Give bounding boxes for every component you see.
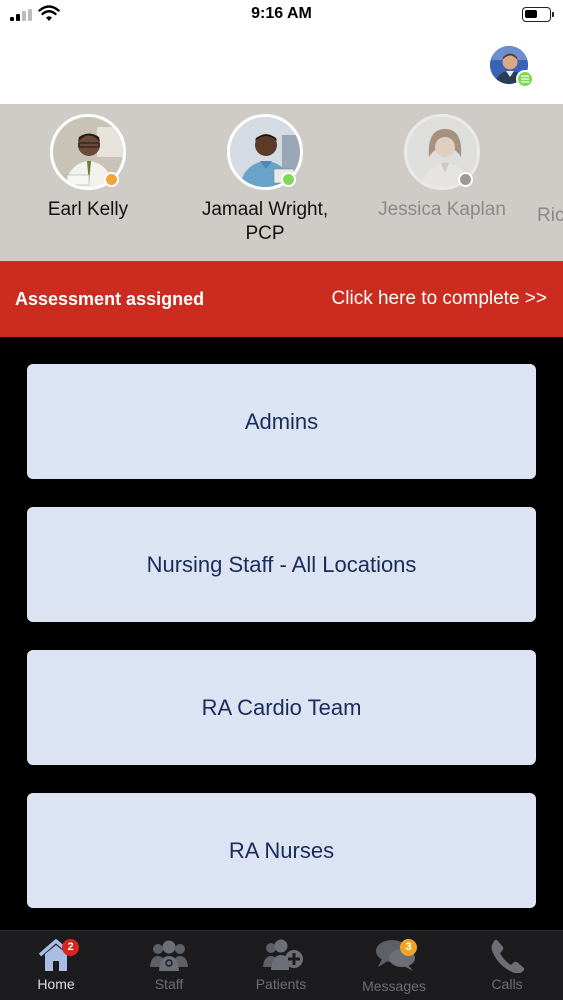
status-dot-online — [281, 172, 296, 187]
status-bar: 9:16 AM — [0, 0, 563, 30]
staff-item-earl-kelly[interactable]: Earl Kelly — [0, 114, 178, 222]
tab-label: Home — [37, 976, 75, 992]
staff-item-partial[interactable]: Ric — [537, 114, 563, 228]
staff-name: Earl Kelly — [47, 199, 129, 220]
tab-label: Patients — [255, 976, 307, 992]
status-dot-offline — [458, 172, 473, 187]
group-card-nursing-staff[interactable]: Nursing Staff - All Locations — [27, 507, 536, 622]
messages-badge: 3 — [400, 939, 417, 956]
tab-home[interactable]: 2 Home — [0, 931, 112, 1000]
tab-label: Messages — [362, 978, 426, 994]
patients-icon — [263, 939, 303, 970]
tab-calls[interactable]: Calls — [451, 931, 563, 1000]
staff-icon — [150, 940, 188, 971]
list-icon — [521, 75, 529, 83]
staff-carousel[interactable]: Earl Kelly Jamaal Wright, PCP Jessica Ka… — [0, 104, 563, 261]
staff-item-jessica-kaplan[interactable]: Jessica Kaplan — [352, 114, 532, 222]
phone-icon — [491, 939, 525, 973]
app-header — [0, 30, 563, 104]
status-time: 9:16 AM — [251, 5, 312, 22]
tab-patients[interactable]: Patients — [225, 931, 337, 1000]
status-dot-away — [104, 172, 119, 187]
group-card-ra-cardio-team[interactable]: RA Cardio Team — [27, 650, 536, 765]
assessment-banner[interactable]: Assessment assigned Click here to comple… — [0, 261, 563, 337]
tab-staff[interactable]: Staff — [113, 931, 225, 1000]
tab-label: Calls — [491, 976, 523, 992]
tab-bar: 2 Home Staff Patients 3 Messages Calls — [0, 930, 563, 1000]
complete-assessment-link[interactable]: Click here to complete >> — [332, 288, 547, 310]
staff-name: Jessica Kaplan — [378, 199, 506, 220]
tab-label: Staff — [154, 976, 184, 992]
banner-title: Assessment assigned — [15, 289, 205, 309]
battery-fill — [525, 10, 537, 18]
staff-item-jamaal-wright[interactable]: Jamaal Wright, PCP — [175, 114, 355, 246]
group-card-admins[interactable]: Admins — [27, 364, 536, 479]
staff-name: Ric — [537, 205, 563, 226]
battery-icon — [522, 7, 554, 22]
profile-status-badge — [516, 70, 534, 88]
tab-messages[interactable]: 3 Messages — [338, 931, 450, 1000]
group-card-ra-nurses[interactable]: RA Nurses — [27, 793, 536, 908]
group-list: Admins Nursing Staff - All Locations RA … — [0, 337, 563, 930]
staff-name: Jamaal Wright, PCP — [201, 199, 329, 244]
home-badge: 2 — [62, 939, 79, 956]
